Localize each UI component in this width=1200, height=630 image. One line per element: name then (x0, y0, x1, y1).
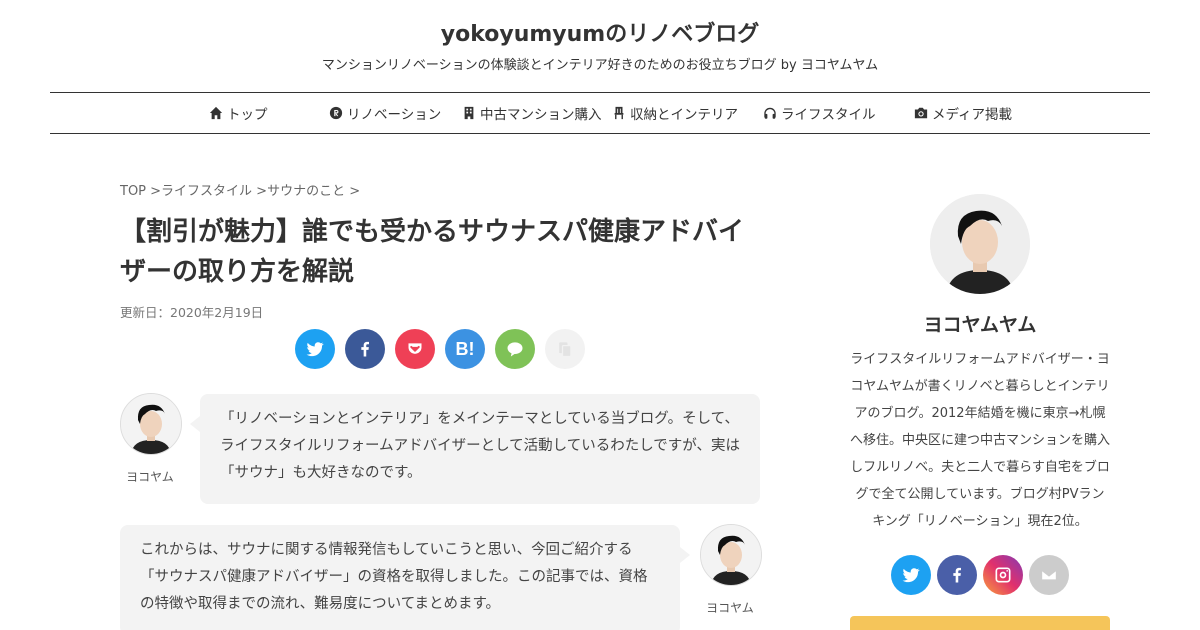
nav-item-label: ライフスタイル (781, 107, 876, 123)
copy-icon (559, 342, 572, 358)
profile-twitter-link[interactable] (891, 555, 931, 595)
twitter-icon (306, 342, 324, 357)
nav-item-renovation[interactable]: リノベーション (329, 93, 441, 133)
mail-icon (1040, 569, 1058, 581)
share-hatena-button[interactable]: B! (445, 329, 485, 369)
breadcrumb-lifestyle[interactable]: ライフスタイル > (161, 184, 267, 199)
profile-avatar (930, 194, 1030, 294)
nav-item-lifestyle[interactable]: ライフスタイル (763, 93, 876, 133)
nav-item-label: トップ (227, 107, 268, 123)
nav-item-used-mansion[interactable]: 中古マンション購入 (462, 93, 602, 133)
nav-item-label: 収納とインテリア (630, 107, 738, 123)
share-facebook-button[interactable] (345, 329, 385, 369)
site-description: マンションリノベーションの体験談とインテリア好きのためのお役立ちブログ by ヨ… (321, 58, 879, 73)
sidebar-cta-button[interactable] (850, 616, 1110, 630)
copy-link-button[interactable] (545, 329, 585, 369)
profile-instagram-link[interactable] (983, 555, 1023, 595)
line-icon (507, 342, 523, 357)
nav-item-label: メディア掲載 (932, 107, 1013, 123)
chat-avatar-name: ヨコヤム (126, 470, 174, 484)
nav-item-media[interactable]: メディア掲載 (914, 93, 1012, 133)
facebook-icon (953, 567, 961, 583)
headphones-icon (764, 107, 776, 119)
breadcrumb: TOP >ライフスタイル >サウナのこと > (120, 180, 360, 199)
chat-avatar (120, 393, 182, 455)
profile-facebook-link[interactable] (937, 555, 977, 595)
avatar-image (930, 194, 1030, 294)
share-pocket-button[interactable] (395, 329, 435, 369)
registered-icon (329, 106, 343, 120)
chat-avatar-name: ヨコヤム (706, 601, 754, 615)
home-icon (209, 106, 223, 120)
camera-icon (914, 107, 928, 119)
post-title: 【割引が魅力】誰でも受かるサウナスパ健康アドバイザーの取り方を解説 (120, 217, 745, 287)
chat-avatar (700, 524, 762, 586)
chat-bubble: これからは、サウナに関する情報発信もしていこうと思い、今回ご紹介する「サウナスパ… (120, 525, 690, 630)
share-twitter-button[interactable] (295, 329, 335, 369)
site-title[interactable]: yokoyumyumのリノベブログ (0, 16, 1200, 48)
profile-name: ヨコヤムヤム (923, 314, 1037, 336)
chair-icon (614, 106, 624, 120)
facebook-icon (361, 341, 369, 357)
pocket-icon (406, 341, 424, 356)
chat-bubble: 「リノベーションとインテリア」をメインテーマとしている当ブログ。そして、ライフス… (190, 394, 760, 504)
avatar-image (701, 525, 761, 585)
breadcrumb-sauna[interactable]: サウナのこと > (267, 184, 360, 199)
nav-item-top[interactable]: トップ (209, 93, 268, 133)
global-nav: トップ リノベーション 中古マンション購入 収納とインテリア ライフスタイル メ… (50, 92, 1150, 134)
nav-item-storage-interior[interactable]: 収納とインテリア (612, 93, 738, 133)
building-icon (464, 106, 474, 120)
profile-mail-link[interactable] (1029, 555, 1069, 595)
share-line-button[interactable] (495, 329, 535, 369)
avatar-image (121, 394, 181, 454)
profile-bio: ライフスタイルリフォームアドバイザー・ヨコヤムヤムが書くリノベと暮らしとインテリ… (850, 352, 1111, 529)
instagram-icon (995, 567, 1011, 583)
post-updated-date: 更新日：2020年2月19日 (120, 305, 264, 320)
breadcrumb-top[interactable]: TOP > (120, 184, 161, 199)
twitter-icon (902, 568, 920, 583)
hatena-icon: B! (455, 338, 475, 359)
nav-item-label: 中古マンション購入 (480, 107, 602, 123)
nav-item-label: リノベーション (347, 107, 442, 123)
